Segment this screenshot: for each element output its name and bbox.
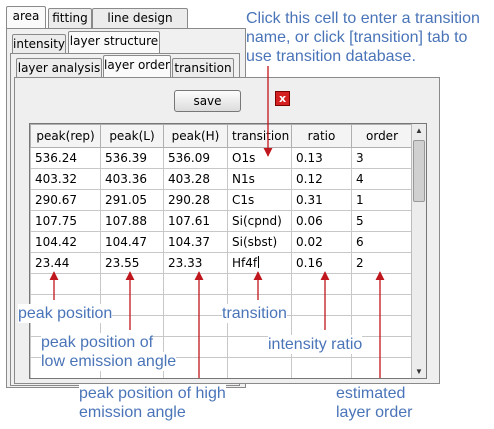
column-header-peak-h[interactable]: peak(H) — [163, 124, 228, 148]
table-row: 104.42 104.47 104.37 Si(sbst) 0.02 6 — [30, 231, 413, 253]
cell-ratio[interactable]: 0.02 — [291, 231, 352, 253]
cell-transition[interactable]: Si(cpnd) — [227, 210, 292, 232]
column-header-peak-rep[interactable]: peak(rep) — [30, 124, 101, 148]
cell-peak-l[interactable]: 107.88 — [100, 210, 164, 232]
cell-peak-h[interactable]: 104.37 — [163, 231, 228, 253]
empty-cell[interactable] — [100, 273, 164, 295]
cell-order[interactable]: 3 — [351, 147, 413, 169]
tab-line-design[interactable]: line design — [92, 8, 188, 28]
empty-cell[interactable] — [351, 357, 413, 378]
table-row: 536.24 536.39 536.09 O1s 0.13 3 — [30, 147, 413, 169]
cell-transition[interactable]: O1s — [227, 147, 292, 169]
save-button[interactable]: save — [174, 90, 241, 112]
tab-area[interactable]: area — [6, 6, 46, 28]
cell-peak-h[interactable]: 290.28 — [163, 189, 228, 211]
tab-layer-order[interactable]: layer order — [103, 55, 171, 77]
cell-peak-l[interactable]: 291.05 — [100, 189, 164, 211]
header-row: peak(rep) peak(L) peak(H) transition rat… — [30, 124, 413, 148]
empty-cell[interactable] — [291, 357, 352, 378]
table-row: 107.75 107.88 107.61 Si(cpnd) 0.06 5 — [30, 210, 413, 232]
cell-peak-rep[interactable]: 107.75 — [30, 210, 101, 232]
cell-transition[interactable]: N1s — [227, 168, 292, 190]
empty-row — [30, 273, 413, 295]
cell-ratio[interactable]: 0.06 — [291, 210, 352, 232]
annotation-low-angle-line1: peak position of — [41, 333, 154, 352]
empty-cell[interactable] — [351, 294, 413, 316]
cell-peak-rep[interactable]: 403.32 — [30, 168, 101, 190]
cell-peak-h[interactable]: 23.33 — [163, 252, 228, 274]
table-row: 23.44 23.55 23.33 Hf4f 0.16 2 — [30, 252, 413, 274]
close-icon[interactable]: x — [275, 91, 290, 106]
cell-peak-h[interactable]: 107.61 — [163, 210, 228, 232]
cell-peak-l[interactable]: 403.36 — [100, 168, 164, 190]
cell-peak-rep[interactable]: 290.67 — [30, 189, 101, 211]
scroll-up-icon[interactable]: ▲ — [412, 124, 426, 137]
cell-order[interactable]: 5 — [351, 210, 413, 232]
scrollbar-thumb[interactable] — [413, 140, 425, 202]
empty-cell[interactable] — [163, 273, 228, 295]
empty-cell[interactable] — [351, 315, 413, 337]
column-header-peak-l[interactable]: peak(L) — [100, 124, 164, 148]
text-caret — [258, 256, 260, 268]
annotation-high-angle-line1: peak position of high — [79, 384, 226, 403]
annotation-intensity-ratio: intensity ratio — [268, 335, 363, 354]
table-row: 290.67 291.05 290.28 C1s 0.31 1 — [30, 189, 413, 211]
annotation-low-angle-line2: low emission angle — [41, 352, 177, 371]
scroll-down-icon[interactable]: ▼ — [412, 365, 426, 378]
annotation-high-angle-line2: emission angle — [79, 403, 186, 422]
empty-cell[interactable] — [227, 357, 292, 378]
cell-ratio[interactable]: 0.31 — [291, 189, 352, 211]
cell-transition[interactable]: C1s — [227, 189, 292, 211]
tab-layer-analysis[interactable]: layer analysis — [16, 58, 102, 78]
cell-ratio[interactable]: 0.12 — [291, 168, 352, 190]
annotation-order-line2: layer order — [336, 403, 413, 422]
cell-order[interactable]: 2 — [351, 252, 413, 274]
cell-peak-l[interactable]: 536.39 — [100, 147, 164, 169]
empty-cell[interactable] — [351, 273, 413, 295]
tab-transition[interactable]: transition — [172, 58, 234, 78]
cell-order[interactable]: 4 — [351, 168, 413, 190]
cell-peak-l[interactable]: 104.47 — [100, 231, 164, 253]
annotation-peak-position: peak position — [18, 304, 113, 323]
empty-cell[interactable] — [30, 273, 101, 295]
tab-intensity[interactable]: intensity — [12, 34, 66, 54]
cell-peak-rep[interactable]: 104.42 — [30, 231, 101, 253]
cell-transition[interactable]: Si(sbst) — [227, 231, 292, 253]
annotation-order-line1: estimated — [336, 384, 406, 403]
empty-cell[interactable] — [227, 273, 292, 295]
column-header-ratio[interactable]: ratio — [291, 124, 352, 148]
annotation-top-line1: Click this cell to enter a transition — [246, 9, 480, 28]
cell-peak-h[interactable]: 536.09 — [163, 147, 228, 169]
cell-ratio[interactable]: 0.16 — [291, 252, 352, 274]
vertical-scrollbar[interactable]: ▲ ▼ — [411, 124, 426, 378]
transition-edit-text: Hf4f — [232, 256, 258, 270]
cell-peak-h[interactable]: 403.28 — [163, 168, 228, 190]
cell-peak-rep[interactable]: 23.44 — [30, 252, 101, 274]
column-header-order[interactable]: order — [351, 124, 413, 148]
empty-cell[interactable] — [291, 315, 352, 337]
annotation-top-line2: name, or click [transition] tab to — [246, 28, 468, 47]
cell-order[interactable]: 6 — [351, 231, 413, 253]
empty-cell[interactable] — [163, 294, 228, 316]
tab-fitting[interactable]: fitting — [48, 8, 92, 28]
cell-peak-rep[interactable]: 536.24 — [30, 147, 101, 169]
empty-cell[interactable] — [163, 315, 228, 337]
cell-order[interactable]: 1 — [351, 189, 413, 211]
cell-ratio[interactable]: 0.13 — [291, 147, 352, 169]
empty-cell[interactable] — [291, 294, 352, 316]
annotation-top-line3: use transition database. — [246, 47, 416, 66]
cell-transition-editing[interactable]: Hf4f — [227, 252, 292, 274]
cell-peak-l[interactable]: 23.55 — [100, 252, 164, 274]
column-header-transition[interactable]: transition — [227, 124, 292, 148]
empty-cell[interactable] — [291, 273, 352, 295]
tab-layer-structure[interactable]: layer structure — [68, 31, 160, 53]
annotation-transition: transition — [222, 304, 287, 323]
table-row: 403.32 403.36 403.28 N1s 0.12 4 — [30, 168, 413, 190]
